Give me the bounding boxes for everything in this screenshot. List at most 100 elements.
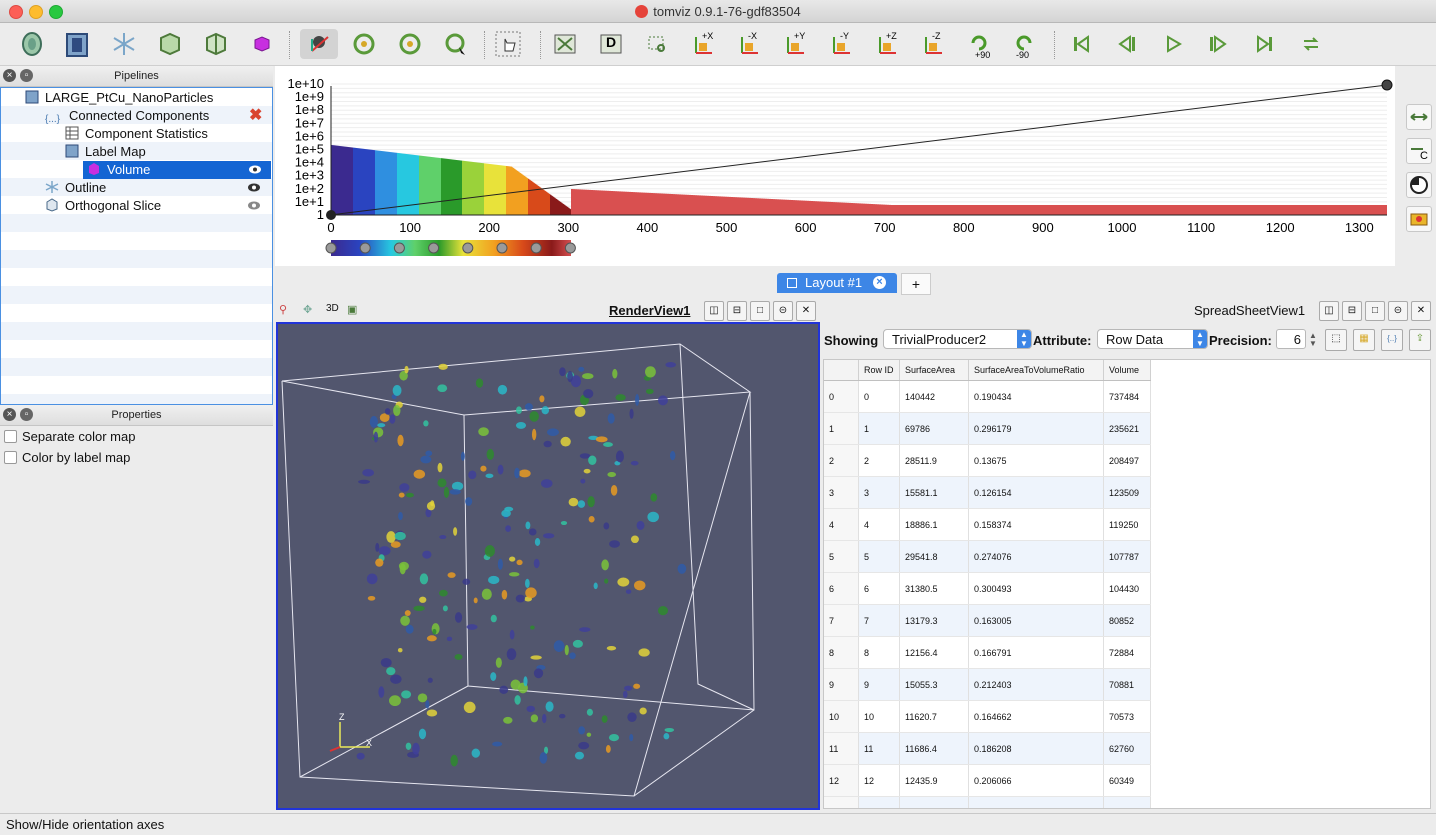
contour-cube-icon[interactable] — [247, 29, 277, 59]
table-row[interactable]: 1 1 69786 0.296179 235621 — [824, 412, 1151, 445]
save-colormap-icon[interactable] — [1406, 206, 1432, 232]
column-header[interactable]: SurfaceAreaToVolumeRatio — [968, 360, 1104, 381]
column-header[interactable]: Volume — [1103, 360, 1151, 381]
table-row[interactable]: 2 2 28511.9 0.13675 208497 — [824, 444, 1151, 477]
split-vertical-icon[interactable]: ⊟ — [1342, 301, 1362, 321]
restore-view-icon[interactable]: ⊝ — [1388, 301, 1408, 321]
maximize-view-icon[interactable]: □ — [1365, 301, 1385, 321]
color-by-label-map-checkbox[interactable]: Color by label map — [4, 449, 130, 467]
export-spreadsheet-icon[interactable]: ⇪ — [1409, 329, 1431, 351]
select-cells-icon[interactable] — [550, 29, 580, 59]
checkbox-icon[interactable] — [4, 430, 17, 443]
view-plus-x-button[interactable]: +X — [688, 29, 718, 59]
rotate-minus-90-button[interactable]: -90 — [1010, 29, 1040, 60]
last-frame-icon[interactable] — [1250, 29, 1280, 59]
separate-color-map-checkbox[interactable]: Separate color map — [4, 428, 135, 446]
delete-icon[interactable]: ✖ — [249, 107, 262, 125]
spreadsheet-table[interactable]: Row ID SurfaceArea SurfaceAreaToVolumeRa… — [823, 359, 1431, 809]
colormap-node[interactable] — [462, 242, 474, 254]
capture-screenshot-icon[interactable]: ▣ — [347, 303, 357, 316]
color-preset-icon[interactable] — [1406, 172, 1432, 198]
attribute-dropdown[interactable]: Row Data ▲ ▼ — [1097, 329, 1208, 349]
visibility-eye-icon[interactable] — [248, 183, 260, 192]
table-row[interactable]: 3 3 15581.1 0.126154 123509 — [824, 476, 1151, 509]
colormap-node[interactable] — [496, 242, 508, 254]
loop-icon[interactable] — [1296, 29, 1326, 59]
show-selected-only-icon[interactable]: ⬚ — [1325, 329, 1347, 351]
pipeline-item-orthogonal-slice[interactable]: Orthogonal Slice — [45, 197, 270, 215]
interactive-select-icon[interactable] — [642, 29, 672, 59]
split-vertical-icon[interactable]: ⊟ — [727, 301, 747, 321]
table-row[interactable]: 6 6 31380.5 0.300493 104430 — [824, 572, 1151, 605]
close-view-icon[interactable]: ✕ — [1411, 301, 1431, 321]
add-layout-button[interactable]: + — [901, 273, 931, 295]
split-horizontal-icon[interactable]: ◫ — [1319, 301, 1339, 321]
fit-range-icon[interactable] — [1406, 104, 1432, 130]
center-rotation-icon[interactable] — [300, 29, 338, 59]
table-row[interactable]: 8 8 12156.4 0.166791 72884 — [824, 636, 1151, 669]
pipeline-item-label-map[interactable]: Label Map — [65, 143, 270, 161]
table-row[interactable]: 5 5 29541.8 0.274076 107787 — [824, 540, 1151, 573]
pipeline-item-volume[interactable]: Volume — [83, 161, 271, 179]
close-tab-icon[interactable]: × — [873, 276, 886, 289]
snowflake-icon[interactable] — [109, 29, 139, 59]
opacity-node-end[interactable] — [1381, 79, 1393, 91]
zoom-to-data-icon[interactable] — [395, 29, 425, 59]
view-minus-x-button[interactable]: -X — [734, 29, 764, 59]
camera-link-icon[interactable]: ⚲ — [279, 303, 287, 316]
column-header[interactable]: Row ID — [858, 360, 900, 381]
toggle-3d-button[interactable]: 3D — [326, 303, 339, 314]
view-plus-z-button[interactable]: +Z — [872, 29, 902, 59]
table-row[interactable]: 131312171.90.20632258995 — [824, 796, 1151, 808]
restore-view-icon[interactable]: ⊝ — [773, 301, 793, 321]
spin-arrows-icon[interactable]: ▲ ▼ — [1309, 332, 1317, 348]
slice-cube-icon[interactable] — [201, 29, 231, 59]
orientation-axes[interactable]: Z X — [329, 712, 372, 752]
interaction-mode-icon[interactable]: ✥ — [303, 303, 312, 316]
histogram-editor[interactable]: 1e+10 1e+9 1e+8 1e+7 1e+6 1e+5 1e+4 1e+3 1e+2 1e+… — [275, 66, 1395, 266]
zoom-to-box-icon[interactable] — [441, 29, 471, 59]
pipeline-item-connected-components[interactable]: {...} Connected Components ✖ — [45, 107, 270, 125]
custom-range-icon[interactable]: C — [1406, 138, 1432, 164]
play-icon[interactable] — [1158, 29, 1188, 59]
close-view-icon[interactable]: ✕ — [796, 301, 816, 321]
layout-tab[interactable]: Layout #1 × — [777, 273, 897, 293]
toggle-field-data-icon[interactable]: {..} — [1381, 329, 1403, 351]
previous-frame-icon[interactable] — [1112, 29, 1142, 59]
colormap-node[interactable] — [530, 242, 542, 254]
first-frame-icon[interactable] — [1066, 29, 1096, 59]
colormap-node[interactable] — [325, 242, 337, 254]
pipeline-item-component-statistics[interactable]: Component Statistics — [65, 125, 270, 143]
table-row[interactable]: 0 0 140442 0.190434 737484 — [824, 380, 1151, 413]
pipeline-item-dataset[interactable]: LARGE_PtCu_NanoParticles — [25, 89, 270, 107]
render-scene[interactable]: Z X — [278, 324, 818, 808]
table-row[interactable]: 10 10 11620.7 0.164662 70573 — [824, 700, 1151, 733]
pipeline-item-outline[interactable]: Outline — [45, 179, 270, 197]
view-minus-z-button[interactable]: -Z — [918, 29, 948, 59]
outline-cube-icon[interactable] — [155, 29, 185, 59]
table-row[interactable]: 4 4 18886.1 0.158374 119250 — [824, 508, 1151, 541]
view-plus-y-button[interactable]: +Y — [780, 29, 810, 59]
reset-camera-icon[interactable] — [349, 29, 379, 59]
precision-spinbox[interactable]: 6 — [1276, 329, 1306, 349]
render-view[interactable]: Z X — [276, 322, 820, 810]
colormap-node[interactable] — [393, 242, 405, 254]
open-data-button[interactable] — [17, 29, 47, 59]
showing-dropdown[interactable]: TrivialProducer2 ▲ ▼ — [883, 329, 1032, 349]
colormap-node[interactable] — [359, 242, 371, 254]
table-row[interactable]: 9 9 15055.3 0.212403 70881 — [824, 668, 1151, 701]
visibility-eye-icon[interactable] — [249, 165, 261, 174]
table-row[interactable]: 12 12 12435.9 0.206066 60349 — [824, 764, 1151, 797]
colormap-node[interactable] — [564, 242, 576, 254]
toggle-columns-icon[interactable]: ▦ — [1353, 329, 1375, 351]
select-points-icon[interactable]: D — [596, 29, 626, 59]
column-header[interactable]: SurfaceArea — [899, 360, 969, 381]
histogram-chart[interactable]: 1e+101e+91e+81e+71e+61e+51e+41e+31e+21e+… — [275, 66, 1395, 266]
volume-box-icon[interactable] — [62, 29, 92, 59]
table-row[interactable]: 11 11 11686.4 0.186208 62760 — [824, 732, 1151, 765]
view-minus-y-button[interactable]: -Y — [826, 29, 856, 59]
next-frame-icon[interactable] — [1203, 29, 1233, 59]
checkbox-icon[interactable] — [4, 451, 17, 464]
rotate-plus-90-button[interactable]: +90 — [963, 29, 993, 60]
split-horizontal-icon[interactable]: ◫ — [704, 301, 724, 321]
